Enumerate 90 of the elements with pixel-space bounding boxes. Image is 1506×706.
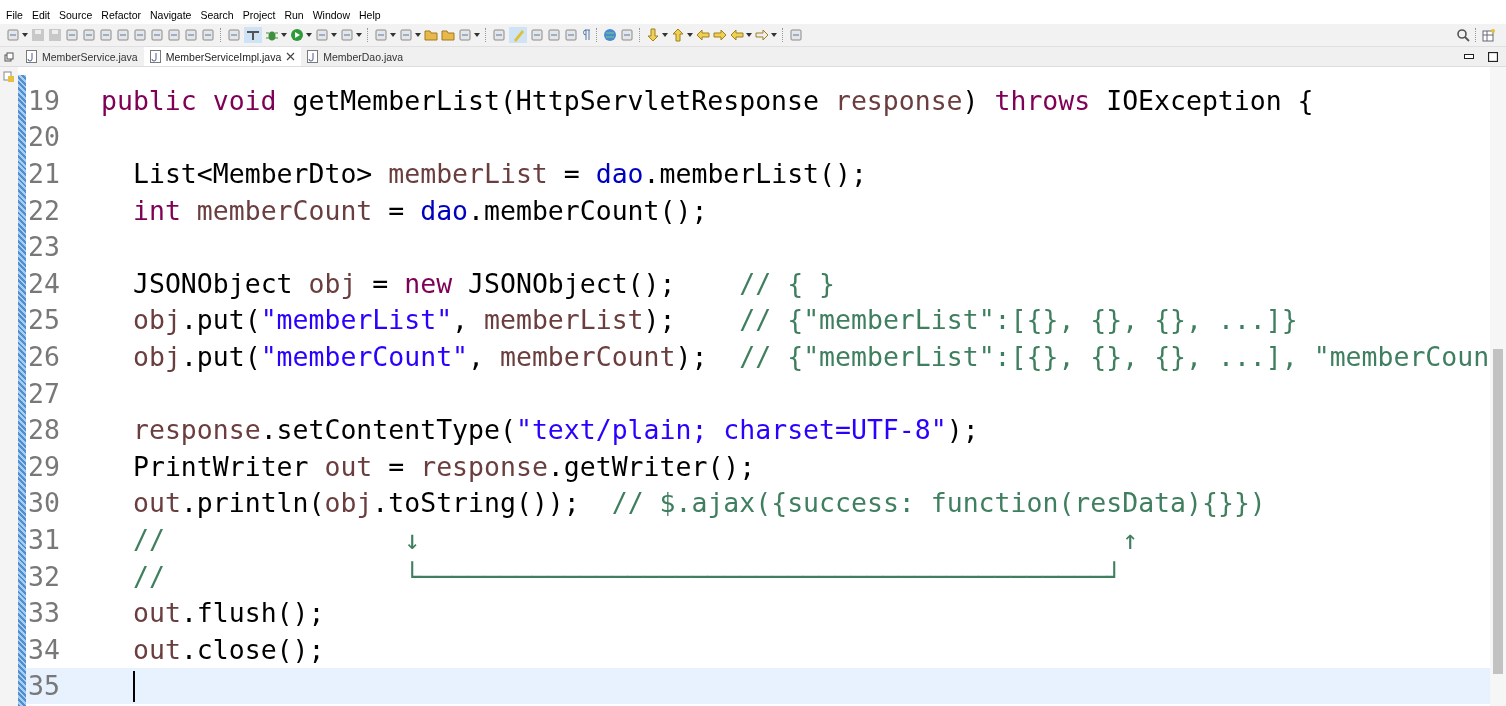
code-line: obj.put("memberList", memberList); // {"memberList":[{}, {}, {}, ...]} bbox=[133, 304, 1298, 336]
line-number: 33 bbox=[27, 597, 60, 629]
line-number: 26 bbox=[27, 340, 60, 372]
menu-item[interactable]: Help bbox=[359, 9, 387, 21]
menu-item[interactable]: Refactor bbox=[101, 9, 147, 21]
java-file-icon bbox=[26, 50, 37, 63]
perspective-icon[interactable] bbox=[1482, 28, 1496, 42]
play-icon[interactable] bbox=[290, 28, 304, 42]
menu-item[interactable]: File bbox=[6, 9, 29, 21]
line-number: 27 bbox=[27, 377, 60, 409]
toolbar-icon[interactable] bbox=[530, 28, 544, 42]
line-number: 20 bbox=[27, 121, 60, 153]
folder-icon[interactable] bbox=[441, 28, 455, 42]
vertical-scrollbar[interactable] bbox=[1490, 67, 1506, 706]
code-line: PrintWriter out = response.getWriter(); bbox=[133, 450, 756, 482]
dropdown-caret-icon[interactable] bbox=[281, 33, 287, 37]
menu-item[interactable]: Search bbox=[200, 9, 240, 21]
toolbar-icon[interactable] bbox=[620, 28, 634, 42]
dropdown-caret-icon[interactable] bbox=[474, 33, 480, 37]
editor-tab[interactable]: MemberService.java bbox=[20, 47, 144, 66]
pilcrow-icon[interactable] bbox=[581, 28, 591, 42]
toolbar-icon[interactable] bbox=[492, 28, 506, 42]
globe-icon[interactable] bbox=[603, 28, 617, 42]
line-number: 21 bbox=[27, 158, 60, 189]
menu-item[interactable]: Source bbox=[59, 9, 99, 21]
toggle-icon[interactable] bbox=[244, 27, 262, 43]
code-line: public void getMemberList(HttpServletResponse response) throws IOException { bbox=[101, 84, 1314, 116]
toolbar-icon[interactable] bbox=[133, 28, 147, 42]
code-line: response.setContentType("text/plain; charset=UTF-8"); bbox=[133, 414, 979, 446]
java-file-icon bbox=[149, 50, 161, 63]
dropdown-caret-icon[interactable] bbox=[22, 33, 28, 37]
line-number: 22 bbox=[27, 194, 60, 226]
arrow-icon[interactable] bbox=[713, 28, 727, 42]
toolbar-icon[interactable] bbox=[227, 28, 241, 42]
text-cursor bbox=[133, 670, 135, 702]
dropdown-caret-icon[interactable] bbox=[306, 33, 312, 37]
line-number: 30 bbox=[27, 487, 60, 519]
maximize-icon[interactable] bbox=[1488, 51, 1498, 62]
code-line: List<MemberDto> memberList = dao.memberList(); bbox=[133, 158, 867, 189]
line-number: 24 bbox=[27, 267, 60, 299]
line-number: 23 bbox=[27, 231, 60, 263]
toolbar-icon[interactable] bbox=[150, 28, 164, 42]
code-line: out.println(obj.toString()); // $.ajax({success: function(resData){}}) bbox=[133, 487, 1266, 519]
toolbar-icon[interactable] bbox=[65, 28, 79, 42]
menu-item[interactable]: Navigate bbox=[150, 9, 198, 21]
code-line: obj.put("memberCount", memberCount); // {"memberList":[{}, {}, {}, ...], "memberCoun bbox=[133, 340, 1490, 372]
dropdown-caret-icon[interactable] bbox=[771, 33, 777, 37]
line-number: 28 bbox=[27, 414, 60, 446]
editor-tab[interactable]: MemberDao.java bbox=[301, 47, 410, 66]
toolbar-icon[interactable] bbox=[564, 28, 578, 42]
menu-item[interactable]: Edit bbox=[31, 9, 56, 21]
search-icon[interactable] bbox=[1456, 28, 1470, 42]
toolbar-icon[interactable] bbox=[167, 28, 181, 42]
code-line: int memberCount = dao.memberCount(); bbox=[133, 194, 708, 226]
toolbar-icon[interactable] bbox=[82, 28, 96, 42]
menu-item[interactable]: Project bbox=[242, 9, 282, 21]
line-number: 31 bbox=[27, 523, 60, 555]
editor-tab[interactable]: MemberServiceImpl.java bbox=[143, 47, 302, 66]
dropdown-caret-icon[interactable] bbox=[415, 33, 421, 37]
code-line: out.close(); bbox=[133, 633, 325, 665]
dropdown-caret-icon[interactable] bbox=[746, 33, 752, 37]
toolbar-icon[interactable] bbox=[99, 28, 113, 42]
code-line: // └───────────────────────────────────────────┘ bbox=[133, 560, 1123, 592]
dropdown-caret-icon[interactable] bbox=[687, 33, 693, 37]
code-line: JSONObject obj = new JSONObject(); // { } bbox=[133, 267, 836, 299]
line-number: 19 bbox=[27, 84, 60, 116]
dropdown-caret-icon[interactable] bbox=[390, 33, 396, 37]
code-line: out.flush(); bbox=[133, 597, 325, 629]
toolbar-icon[interactable] bbox=[789, 28, 803, 42]
toolbar-icon[interactable] bbox=[184, 28, 198, 42]
menu-item[interactable]: Run bbox=[284, 9, 310, 21]
code-line: // ↓ ↑ bbox=[133, 523, 1139, 555]
java-file-icon bbox=[307, 50, 319, 63]
dropdown-caret-icon[interactable] bbox=[662, 33, 668, 37]
menu-item[interactable]: Window bbox=[312, 9, 357, 21]
dropdown-caret-icon[interactable] bbox=[331, 33, 337, 37]
toolbar-icon[interactable] bbox=[201, 28, 215, 42]
restore-icon[interactable] bbox=[4, 51, 14, 62]
line-number: 29 bbox=[27, 450, 60, 482]
scrollbar-thumb[interactable] bbox=[1493, 349, 1503, 674]
line-number: 25 bbox=[27, 304, 60, 336]
toolbar-icon[interactable] bbox=[116, 28, 130, 42]
package-icon[interactable] bbox=[3, 71, 15, 83]
toolbar-icon[interactable] bbox=[547, 28, 561, 42]
line-number: 34 bbox=[27, 633, 60, 665]
minimize-icon[interactable] bbox=[1464, 54, 1474, 59]
line-number: 35 bbox=[27, 670, 60, 702]
close-icon[interactable] bbox=[286, 52, 296, 61]
line-number: 32 bbox=[27, 560, 60, 592]
dropdown-caret-icon[interactable] bbox=[356, 33, 362, 37]
